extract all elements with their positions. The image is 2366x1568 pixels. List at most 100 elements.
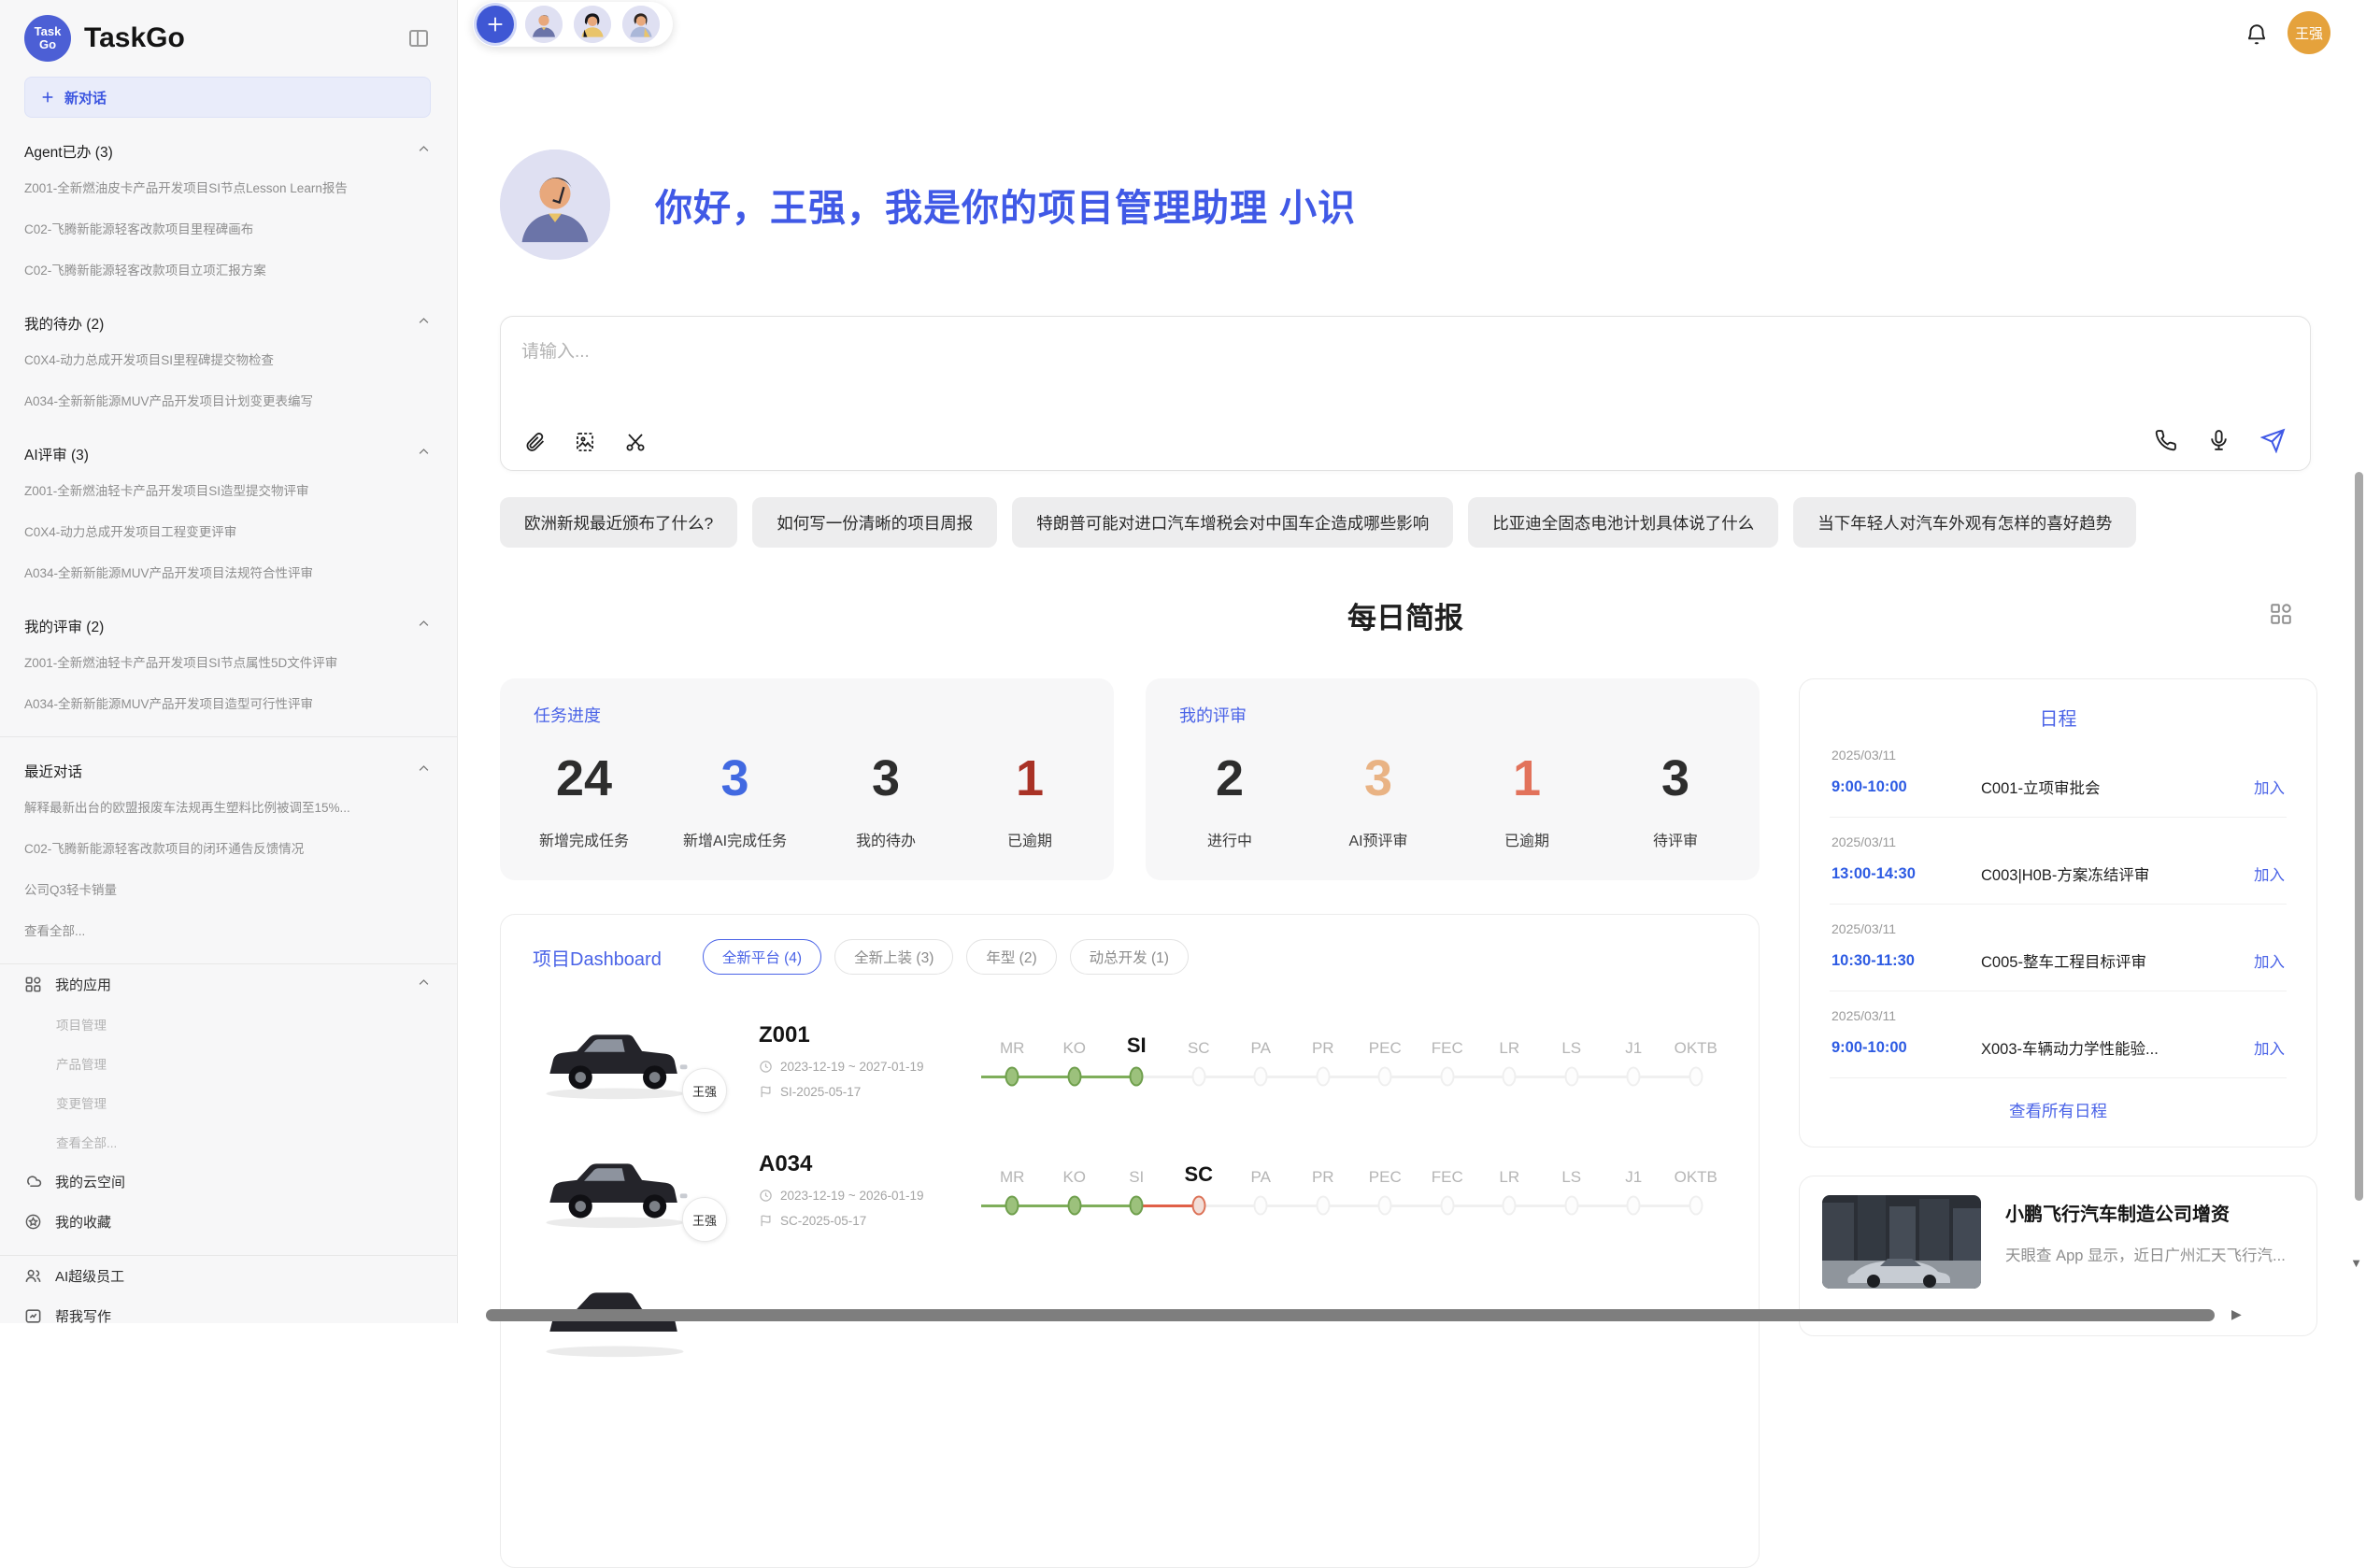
sidebar-conversation-item[interactable]: Z001-全新燃油轻卡产品开发项目SI造型提交物评审 — [24, 469, 431, 510]
user-avatar[interactable]: 王强 — [2288, 11, 2330, 54]
app-subitem[interactable]: 变更管理 — [24, 1083, 431, 1122]
composer-tools-right — [2154, 428, 2286, 453]
suggestion-chip[interactable]: 欧洲新规最近颁布了什么? — [500, 497, 737, 548]
sidebar-section-header[interactable]: 我的评审 (2) — [24, 611, 431, 641]
join-meeting-link[interactable]: 加入 — [2254, 949, 2285, 972]
milestone-label: SI — [1105, 1159, 1168, 1187]
send-icon[interactable] — [2260, 428, 2286, 453]
join-meeting-link[interactable]: 加入 — [2254, 1036, 2285, 1059]
suggestion-chip[interactable]: 当下年轻人对汽车外观有怎样的喜好趋势 — [1793, 497, 2136, 548]
sidebar-conversation-item[interactable]: A034-全新新能源MUV产品开发项目计划变更表编写 — [24, 379, 431, 421]
sidebar-conversation-item[interactable]: A034-全新新能源MUV产品开发项目法规符合性评审 — [24, 551, 431, 592]
new-chat-label: 新对话 — [64, 88, 107, 107]
sidebar-conversation-item[interactable]: C0X4-动力总成开发项目SI里程碑提交物检查 — [24, 338, 431, 379]
sidebar-conversation-item[interactable]: Z001-全新燃油轻卡产品开发项目SI节点属性5D文件评审 — [24, 641, 431, 682]
sidebar-header: Task Go TaskGo — [24, 13, 431, 64]
stat-value: 1 — [1482, 749, 1572, 807]
stat-value: 3 — [1631, 749, 1720, 807]
sidebar-item-favorites[interactable]: 我的收藏 — [24, 1202, 431, 1242]
chevron-up-icon — [417, 762, 431, 780]
milestone: PEC — [1354, 1159, 1417, 1220]
dashboard-tab[interactable]: 年型 (2) — [966, 939, 1056, 975]
sidebar-section-header[interactable]: 我的待办 (2) — [24, 308, 431, 338]
assistant-avatar[interactable] — [525, 6, 563, 43]
sidebar-section: 我的待办 (2) C0X4-动力总成开发项目SI里程碑提交物检查A034-全新新… — [24, 308, 431, 421]
stat-label: 待评审 — [1631, 828, 1720, 850]
suggestion-chip[interactable]: 比亚迪全固态电池计划具体说了什么 — [1468, 497, 1778, 548]
news-snippet: 天眼查 App 显示，近日广州汇天飞行汽... — [2005, 1245, 2286, 1268]
assistant-avatar[interactable] — [574, 6, 611, 43]
stat: 24 新增完成任务 — [539, 749, 629, 850]
image-upload-icon[interactable] — [574, 431, 596, 453]
app-subitem[interactable]: 项目管理 — [24, 1005, 431, 1044]
ai-super-staff-label: AI超级员工 — [55, 1266, 431, 1286]
cloud-space-label: 我的云空间 — [55, 1172, 431, 1191]
sidebar-item-ai-super-staff[interactable]: AI超级员工 — [24, 1256, 431, 1296]
suggestion-chip[interactable]: 特朗普可能对进口汽车增税会对中国车企造成哪些影响 — [1012, 497, 1453, 548]
assistant-avatar[interactable] — [622, 6, 660, 43]
sidebar-conversation-item[interactable]: A034-全新新能源MUV产品开发项目造型可行性评审 — [24, 682, 431, 723]
sidebar-section-header[interactable]: AI评审 (3) — [24, 439, 431, 469]
sidebar-conversation-item[interactable]: 解释最新出台的欧盟报废车法规再生塑料比例被调至15%... — [24, 786, 431, 827]
divider — [0, 736, 457, 737]
project-dates: 2023-12-19 ~ 2026-01-19 — [780, 1189, 924, 1203]
briefing-layout-grid-icon[interactable] — [2269, 602, 2293, 631]
dashboard-tab[interactable]: 全新上装 (3) — [834, 939, 953, 975]
sidebar-toggle-icon[interactable] — [406, 27, 431, 50]
sidebar-conversation-item[interactable]: C0X4-动力总成开发项目工程变更评审 — [24, 510, 431, 551]
scroll-down-arrow-icon[interactable]: ▼ — [2350, 1256, 2362, 1270]
schedule-time: 10:30-11:30 — [1832, 952, 1981, 970]
screenshot-scissors-icon[interactable] — [624, 431, 647, 453]
milestone-label: FEC — [1417, 1030, 1479, 1058]
microphone-icon[interactable] — [2207, 429, 2231, 452]
recent-items: 解释最新出台的欧盟报废车法规再生塑料比例被调至15%...C02-飞腾新能源轻客… — [24, 786, 431, 909]
notifications-bell-icon[interactable] — [2245, 22, 2269, 51]
dashboard-tab[interactable]: 动总开发 (1) — [1070, 939, 1189, 975]
chevron-up-icon — [417, 314, 431, 333]
suggestion-chip[interactable]: 如何写一份清晰的项目周报 — [752, 497, 997, 548]
dashboard-tab[interactable]: 全新平台 (4) — [703, 939, 821, 975]
sidebar-conversation-item[interactable]: Z001-全新燃油皮卡产品开发项目SI节点Lesson Learn报告 — [24, 166, 431, 207]
recent-view-all[interactable]: 查看全部... — [24, 909, 431, 950]
sidebar-conversation-item[interactable]: C02-飞腾新能源轻客改款项目里程碑画布 — [24, 207, 431, 249]
milestone: SI — [1105, 1030, 1168, 1091]
project-row[interactable]: 王强 A034 2023-12-19 ~ 2026-01-19 SC-2025-… — [533, 1147, 1727, 1233]
project-flag-date: SI-2025-05-17 — [780, 1085, 861, 1099]
join-meeting-link[interactable]: 加入 — [2254, 862, 2285, 885]
horizontal-scrollbar[interactable] — [486, 1309, 2215, 1321]
sidebar-item-my-apps[interactable]: 我的应用 — [24, 964, 431, 1005]
milestone-label: LS — [1541, 1030, 1603, 1058]
apps-view-all[interactable]: 查看全部... — [24, 1122, 431, 1162]
sidebar-conversation-item[interactable]: C02-飞腾新能源轻客改款项目立项汇报方案 — [24, 249, 431, 290]
sidebar-section-header[interactable]: Agent已办 (3) — [24, 136, 431, 166]
add-assistant-button[interactable] — [477, 6, 514, 43]
join-meeting-link[interactable]: 加入 — [2254, 776, 2285, 798]
voice-call-icon[interactable] — [2154, 429, 2177, 452]
stat-card: 任务进度 24 新增完成任务 3 新增AI完成任务 3 我的待办 1 已逾期 — [500, 678, 1114, 880]
view-all-schedule-link[interactable]: 查看所有日程 — [1830, 1099, 2287, 1122]
milestone-label: PA — [1230, 1030, 1292, 1058]
sidebar-section: AI评审 (3) Z001-全新燃油轻卡产品开发项目SI造型提交物评审C0X4-… — [24, 439, 431, 592]
scroll-right-arrow-icon[interactable]: ▶ — [2231, 1306, 2242, 1322]
project-dates: 2023-12-19 ~ 2027-01-19 — [780, 1060, 924, 1074]
sidebar-item-cloud-space[interactable]: 我的云空间 — [24, 1162, 431, 1202]
sidebar-conversation-item[interactable]: C02-飞腾新能源轻客改款项目的闭环通告反馈情况 — [24, 827, 431, 868]
project-flag-date: SC-2025-05-17 — [780, 1214, 866, 1228]
stat: 3 我的待办 — [841, 749, 931, 850]
app-subitem[interactable]: 产品管理 — [24, 1044, 431, 1083]
recent-section-header[interactable]: 最近对话 — [24, 756, 431, 786]
chat-input[interactable] — [521, 337, 2110, 403]
milestone: J1 — [1603, 1159, 1665, 1220]
sidebar-item-help-me-write[interactable]: 帮我写作 — [24, 1296, 431, 1323]
schedule-event: C005-整车工程目标评审 — [1981, 949, 2254, 972]
new-chat-button[interactable]: 新对话 — [24, 77, 431, 118]
stat: 3 新增AI完成任务 — [683, 749, 787, 850]
sidebar-conversation-item[interactable]: 公司Q3轻卡销量 — [24, 868, 431, 909]
chevron-up-icon — [417, 976, 431, 993]
write-icon — [24, 1307, 42, 1323]
milestone-dot — [1316, 1067, 1330, 1087]
attachment-icon[interactable] — [523, 431, 546, 453]
flag-icon — [759, 1085, 773, 1099]
project-row[interactable]: 王强 Z001 2023-12-19 ~ 2027-01-19 SI-2025-… — [533, 1018, 1727, 1104]
vertical-scrollbar[interactable] — [2355, 472, 2363, 1201]
